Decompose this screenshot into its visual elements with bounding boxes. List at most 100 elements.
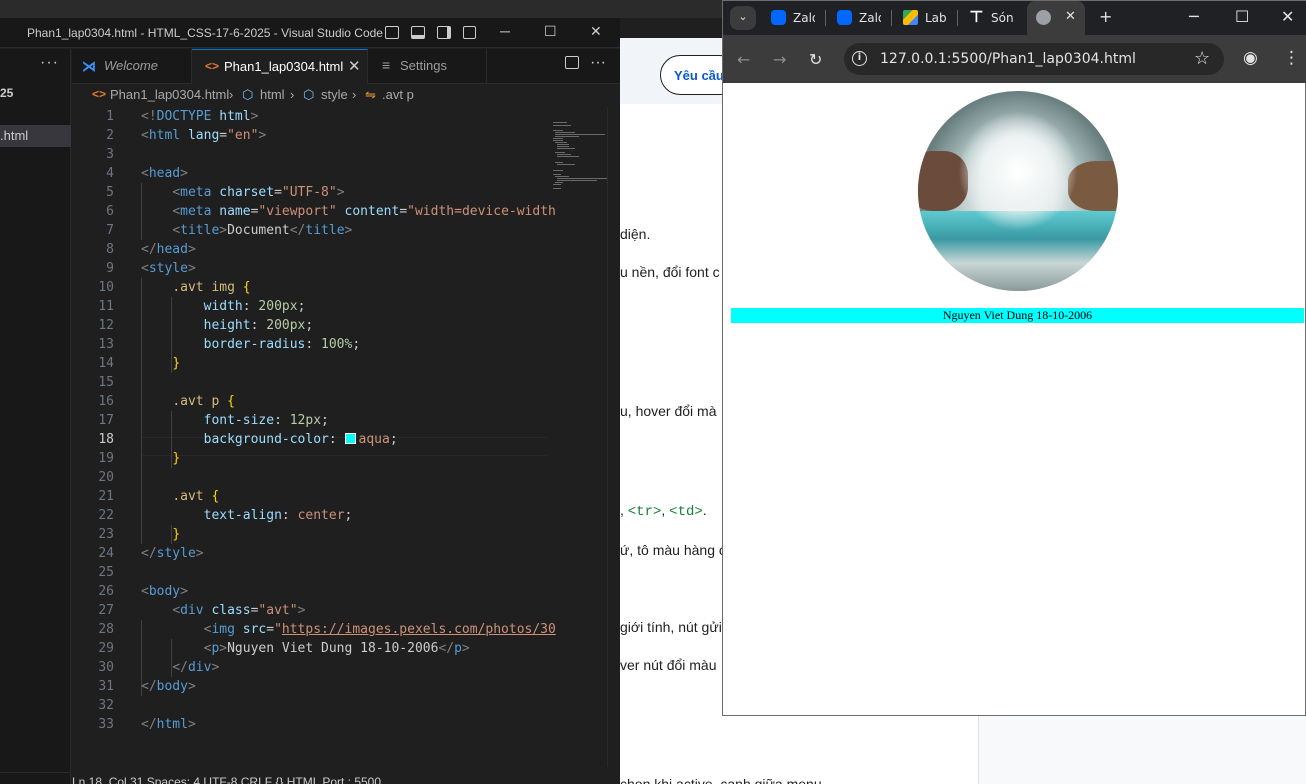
reload-icon[interactable]: ↻	[809, 50, 822, 69]
chrome-tab[interactable]: Zalo	[837, 7, 897, 29]
background-text-line: ứ, tô màu hàng c	[620, 542, 726, 558]
code-line: <div class="avt">	[172, 603, 306, 618]
vscode-icon: ⋊	[82, 58, 96, 74]
chrome-window: ⌄ Zalo Zalo Lab ⊤ Sóng ✕	[722, 0, 1306, 716]
explorer-file-item[interactable]: .html	[0, 125, 71, 147]
line-number: 5	[106, 185, 114, 200]
background-text-line: diện.	[620, 226, 651, 242]
close-icon[interactable]: ✕	[590, 23, 602, 40]
back-icon[interactable]: ←	[737, 50, 750, 69]
chrome-tab-active[interactable]: ✕	[1027, 1, 1085, 35]
avatar-image	[918, 91, 1118, 291]
tab-settings[interactable]: ≡ Settings	[368, 49, 487, 84]
line-number: 27	[98, 603, 114, 618]
close-tab-icon[interactable]: ✕	[1065, 9, 1076, 24]
code-editor[interactable]: 1 2 3 4 5 6 7 8 9 10 11 12 13 14 15 16 17 18 19 20 21 22 23 24 2…	[72, 107, 607, 767]
breadcrumb-item[interactable]: style	[321, 87, 348, 102]
line-number: 22	[98, 508, 114, 523]
line-number: 15	[98, 375, 114, 390]
avatar-caption: Nguyen Viet Dung 18-10-2006	[731, 308, 1304, 323]
element-icon: ⬡	[303, 87, 315, 102]
forward-icon[interactable]: →	[773, 50, 786, 69]
css-selector-icon: ⇋	[365, 87, 376, 102]
more-actions-icon[interactable]: ···	[40, 54, 59, 72]
close-tab-icon[interactable]: ✕	[348, 57, 361, 75]
page-viewport: Nguyen Viet Dung 18-10-2006	[723, 83, 1305, 715]
minimize-icon[interactable]: ─	[1189, 7, 1199, 26]
code-line: text-align: center;	[203, 508, 353, 523]
code-line: width: 200px;	[203, 299, 306, 314]
google-drive-icon	[903, 10, 918, 25]
code-line: </style>	[141, 546, 204, 561]
line-number: 7	[106, 223, 114, 238]
desktop: Yêu cầu diện. u nền, đổi font c u, hover…	[0, 0, 1306, 784]
customize-layout-icon[interactable]	[463, 26, 476, 39]
code-line: </div>	[172, 660, 220, 675]
address-bar[interactable]: i 127.0.0.1:5500/Phan1_lap0304.html ☆	[844, 43, 1224, 75]
code-line: border-radius: 100%;	[203, 337, 361, 352]
toggle-panel-icon[interactable]	[411, 26, 425, 39]
chrome-tab-label: Lab	[925, 11, 947, 25]
split-editor-icon[interactable]	[565, 56, 579, 69]
more-actions-icon[interactable]: ···	[590, 54, 606, 72]
code-line: height: 200px;	[203, 318, 314, 333]
line-number: 25	[98, 565, 114, 580]
line-number: 18	[98, 432, 114, 447]
settings-lines-icon: ≡	[382, 57, 391, 73]
editor-scrollbar[interactable]	[607, 107, 608, 767]
globe-icon	[1036, 10, 1051, 25]
code-line: <p>Nguyen Viet Dung 18-10-2006</p>	[203, 641, 470, 656]
code-line: <meta charset="UTF-8">	[172, 185, 345, 200]
color-swatch-icon[interactable]	[344, 433, 356, 444]
menu-kebab-icon[interactable]: ⋮	[1283, 48, 1300, 68]
status-bar: Ln 18, Col 31 Spaces: 4 UTF-8 CRLF {} HT…	[72, 775, 382, 784]
code-line: <head>	[141, 166, 188, 181]
profile-icon[interactable]: ◉	[1243, 48, 1258, 68]
new-tab-icon[interactable]: +	[1099, 7, 1112, 26]
pin-app-icon: ⊤	[969, 7, 984, 26]
zalo-icon	[837, 10, 852, 25]
tab-label: Welcome	[104, 58, 158, 73]
code-line: }	[172, 451, 181, 466]
tab-welcome[interactable]: ⋊ Welcome	[72, 49, 192, 84]
tab-search-button[interactable]: ⌄	[730, 6, 756, 30]
breadcrumb-item[interactable]: html	[260, 87, 285, 102]
code-line: .avt img {	[172, 280, 251, 295]
element-icon: ⬡	[242, 87, 254, 102]
breadcrumb-item[interactable]: Phan1_lap0304.html	[110, 87, 229, 102]
tab-label: Settings	[400, 58, 447, 73]
code-line: .avt {	[172, 489, 220, 504]
chrome-tab[interactable]: ⊤ Sóng	[969, 7, 1029, 29]
background-text-line: ver nút đổi màu	[620, 657, 717, 673]
maximize-icon[interactable]: ☐	[544, 23, 557, 40]
code-line: <!DOCTYPE html>	[141, 109, 259, 124]
line-number: 26	[98, 584, 114, 599]
url-text[interactable]: 127.0.0.1:5500/Phan1_lap0304.html	[880, 51, 1136, 67]
code-line: <meta name="viewport" content="width=dev…	[172, 204, 556, 219]
bookmark-star-icon[interactable]: ☆	[1194, 48, 1210, 69]
minimap[interactable]	[553, 122, 607, 192]
toggle-primary-sidebar-icon[interactable]	[385, 26, 399, 39]
code-line: <img src="https://images.pexels.com/phot…	[203, 622, 556, 637]
code-line: }	[172, 356, 181, 371]
toggle-secondary-sidebar-icon[interactable]	[437, 26, 451, 39]
chrome-tab[interactable]: Zalo	[771, 7, 831, 29]
line-number: 21	[98, 489, 114, 504]
explorer-sidebar: ··· 25 .html	[0, 49, 71, 784]
zalo-icon	[771, 10, 786, 25]
close-icon[interactable]: ✕	[1281, 7, 1294, 26]
chrome-tab-label: Zalo	[793, 11, 815, 25]
site-info-icon[interactable]: i	[852, 51, 867, 66]
code-line: }	[172, 527, 181, 542]
breadcrumb-item[interactable]: .avt p	[382, 87, 414, 102]
minimize-icon[interactable]: ─	[500, 23, 510, 39]
vscode-window: Phan1_lap0304.html - HTML_CSS-17-6-2025 …	[0, 18, 620, 784]
tab-label: Phan1_lap0304.html	[224, 59, 344, 74]
chrome-tab[interactable]: Lab	[903, 7, 963, 29]
line-number: 14	[98, 356, 114, 371]
line-number: 31	[98, 679, 114, 694]
line-number: 11	[98, 299, 114, 314]
editor-tabs: ⋊ Welcome <> Phan1_lap0304.html ✕ ≡ Sett…	[72, 49, 620, 84]
tab-phan1-lap0304[interactable]: <> Phan1_lap0304.html ✕	[192, 49, 368, 84]
maximize-icon[interactable]: ☐	[1235, 7, 1249, 26]
